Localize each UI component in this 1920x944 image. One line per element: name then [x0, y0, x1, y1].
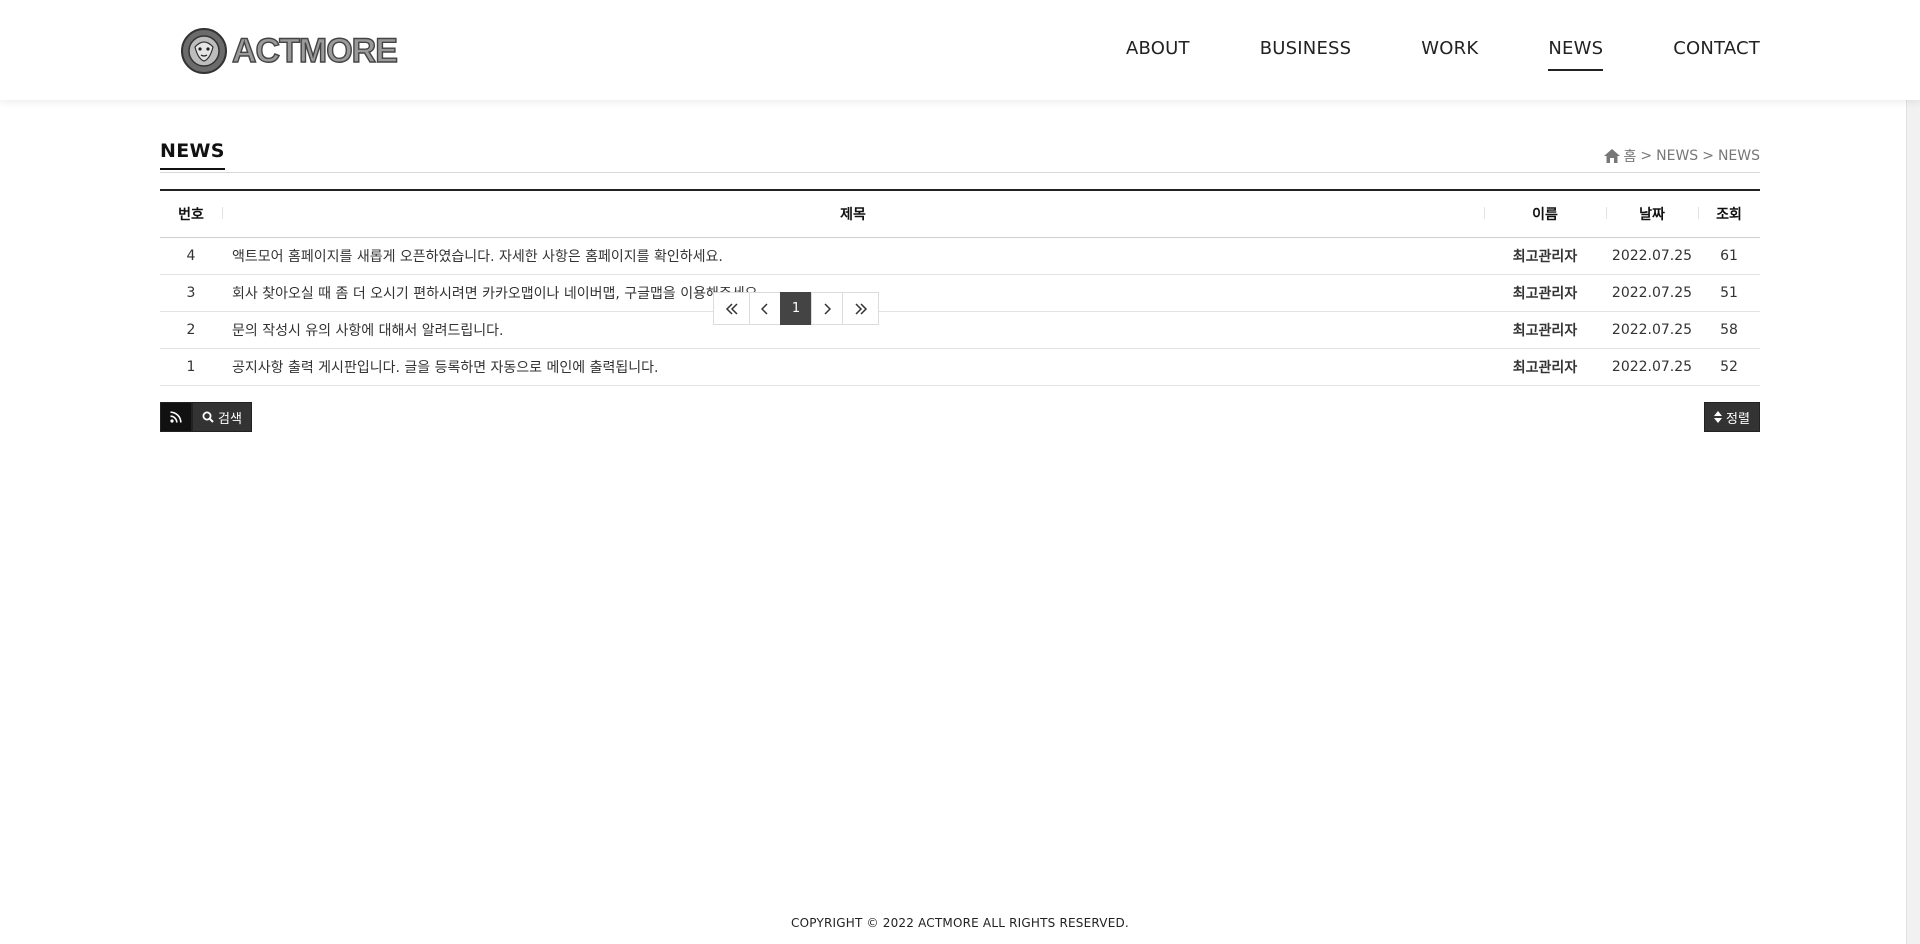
row-author[interactable]: 최고관리자	[1484, 237, 1606, 275]
title-row: NEWS 홈 > NEWS > NEWS	[160, 140, 1760, 173]
column-header-date: 날짜	[1606, 190, 1698, 238]
column-header-num: 번호	[160, 190, 222, 238]
sort-button[interactable]: 정렬	[1704, 402, 1760, 432]
row-num: 1	[160, 348, 222, 386]
column-header-hits: 조회	[1698, 190, 1760, 238]
table-row[interactable]: 2 문의 작성시 유의 사항에 대해서 알려드립니다. 최고관리자 2022.0…	[160, 311, 1760, 349]
column-header-date-label: 날짜	[1639, 207, 1665, 223]
nav-item-news[interactable]: NEWS	[1548, 38, 1604, 71]
pagination: 1	[713, 292, 879, 325]
board-left-actions: 검색	[160, 402, 252, 432]
column-divider	[1606, 207, 1607, 219]
row-num: 3	[160, 274, 222, 312]
nav-item-contact[interactable]: CONTACT	[1673, 38, 1760, 59]
column-header-hits-label: 조회	[1716, 207, 1742, 223]
breadcrumb-separator: >	[1702, 148, 1714, 164]
home-icon[interactable]	[1603, 149, 1620, 163]
row-hits: 52	[1698, 348, 1760, 386]
page-title: NEWS	[160, 140, 225, 170]
search-button[interactable]: 검색	[192, 402, 252, 432]
row-hits: 58	[1698, 311, 1760, 349]
page: ACTMORE ABOUT BUSINESS WORK NEWS CONTACT…	[0, 0, 1920, 944]
table-header-row: 번호 제목 이름 날짜 조회	[160, 190, 1760, 238]
pagination-last[interactable]	[842, 292, 879, 325]
row-date: 2022.07.25	[1606, 348, 1698, 386]
page-scrollbar[interactable]	[1906, 0, 1920, 944]
chevron-left-icon	[761, 302, 768, 315]
double-chevron-left-icon	[725, 302, 738, 315]
main-content: NEWS 홈 > NEWS > NEWS 번호 제목 이름 날짜 조회 4 액트…	[160, 140, 1760, 432]
row-hits: 61	[1698, 237, 1760, 275]
column-divider	[1698, 207, 1699, 219]
pagination-next[interactable]	[811, 292, 843, 325]
board-actions: 검색 정렬	[160, 402, 1760, 432]
row-author[interactable]: 최고관리자	[1484, 311, 1606, 349]
nav-item-about[interactable]: ABOUT	[1126, 38, 1190, 59]
table-row[interactable]: 3 회사 찾아오실 때 좀 더 오시기 편하시려면 카카오맵이나 네이버맵, 구…	[160, 274, 1760, 312]
column-divider	[222, 207, 223, 219]
rss-button[interactable]	[160, 402, 192, 432]
row-subject-link[interactable]: 액트모어 홈페이지를 새롭게 오픈하였습니다. 자세한 사항은 홈페이지를 확인…	[222, 237, 1484, 275]
breadcrumb-level2: NEWS	[1717, 148, 1760, 164]
site-header: ACTMORE ABOUT BUSINESS WORK NEWS CONTACT	[0, 0, 1920, 100]
sort-icon	[1714, 411, 1723, 423]
pagination-first[interactable]	[713, 292, 750, 325]
column-header-name-label: 이름	[1532, 207, 1558, 223]
row-num: 2	[160, 311, 222, 349]
pagination-page-current[interactable]: 1	[780, 292, 812, 325]
row-subject-link[interactable]: 공지사항 출력 게시판입니다. 글을 등록하면 자동으로 메인에 출력됩니다.	[222, 348, 1484, 386]
main-nav: ABOUT BUSINESS WORK NEWS CONTACT	[1126, 38, 1760, 71]
news-board-table: 번호 제목 이름 날짜 조회 4 액트모어 홈페이지를 새롭게 오픈하였습니다.…	[160, 189, 1760, 386]
nav-item-business[interactable]: BUSINESS	[1260, 38, 1352, 59]
lion-logo-icon	[181, 28, 227, 74]
table-row[interactable]: 4 액트모어 홈페이지를 새롭게 오픈하였습니다. 자세한 사항은 홈페이지를 …	[160, 237, 1760, 275]
column-header-subject: 제목	[222, 190, 1484, 238]
footer-copyright: COPYRIGHT © 2022 ACTMORE ALL RIGHTS RESE…	[791, 916, 1129, 930]
row-hits: 51	[1698, 274, 1760, 312]
row-date: 2022.07.25	[1606, 311, 1698, 349]
search-button-label: 검색	[218, 411, 242, 427]
chevron-right-icon	[824, 302, 831, 315]
column-divider	[1484, 207, 1485, 219]
site-logo[interactable]: ACTMORE	[180, 26, 399, 76]
breadcrumb: 홈 > NEWS > NEWS	[1603, 146, 1760, 166]
search-icon	[202, 411, 214, 423]
column-header-name: 이름	[1484, 190, 1606, 238]
column-header-subject-label: 제목	[840, 207, 866, 223]
breadcrumb-home[interactable]: 홈	[1624, 146, 1637, 166]
pagination-prev[interactable]	[749, 292, 781, 325]
row-date: 2022.07.25	[1606, 237, 1698, 275]
sort-button-label: 정렬	[1726, 411, 1750, 427]
breadcrumb-separator: >	[1640, 148, 1653, 164]
logo-text: ACTMORE	[231, 31, 398, 70]
row-author[interactable]: 최고관리자	[1484, 348, 1606, 386]
row-author[interactable]: 최고관리자	[1484, 274, 1606, 312]
double-chevron-right-icon	[854, 302, 867, 315]
rss-icon	[170, 411, 182, 423]
nav-item-work[interactable]: WORK	[1421, 38, 1478, 59]
row-date: 2022.07.25	[1606, 274, 1698, 312]
table-row[interactable]: 1 공지사항 출력 게시판입니다. 글을 등록하면 자동으로 메인에 출력됩니다…	[160, 348, 1760, 386]
breadcrumb-level1[interactable]: NEWS	[1656, 148, 1698, 164]
row-num: 4	[160, 237, 222, 275]
